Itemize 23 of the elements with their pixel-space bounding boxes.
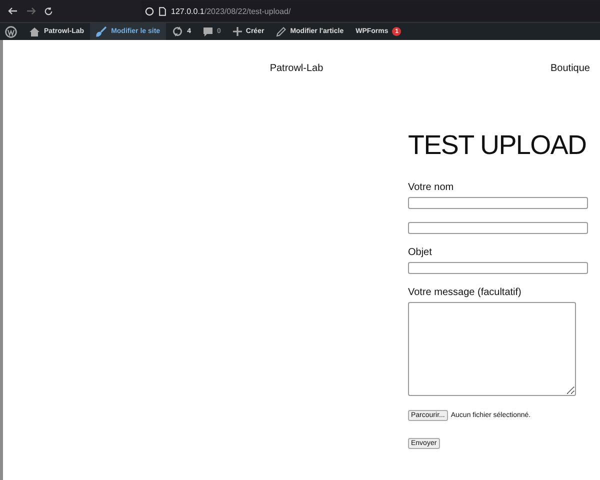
- url-host: 127.0.0.1: [171, 6, 204, 16]
- house-icon: [29, 26, 40, 36]
- pencil-icon: [276, 26, 286, 36]
- url-path: /2023/08/22/test-upload/: [204, 6, 291, 16]
- message-field[interactable]: [408, 302, 576, 396]
- plus-icon: [232, 27, 242, 36]
- nav-link[interactable]: Boutique: [550, 63, 590, 74]
- brush-icon: [96, 26, 108, 37]
- refresh-icon: [172, 26, 184, 37]
- wordpress-logo-icon[interactable]: [5, 26, 17, 38]
- text-field[interactable]: [408, 197, 588, 209]
- site-title[interactable]: Patrowl-Lab: [266, 63, 326, 74]
- page-title: TEST UPLOAD: [408, 129, 586, 162]
- field-label: Objet: [408, 247, 433, 258]
- field-label: Votre message (facultatif): [408, 287, 522, 298]
- forward-icon[interactable]: [26, 7, 36, 15]
- text-field[interactable]: [408, 222, 588, 234]
- speech-bubble-icon: [202, 26, 213, 36]
- page-icon: [159, 6, 166, 16]
- back-icon[interactable]: [8, 7, 18, 15]
- reload-icon[interactable]: [44, 6, 53, 16]
- text-field[interactable]: [408, 262, 588, 274]
- field-label: Votre nom: [408, 182, 455, 193]
